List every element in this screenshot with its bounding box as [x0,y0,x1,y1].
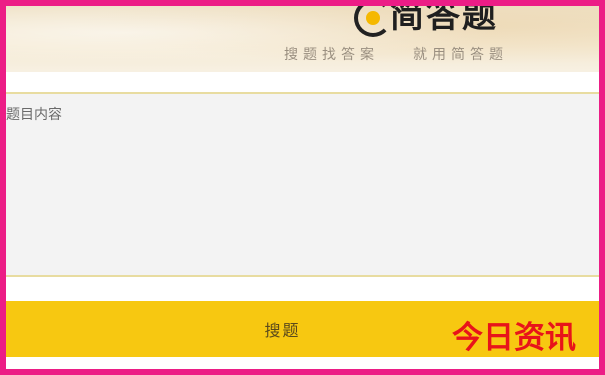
logo-text: 简答题 [390,6,498,36]
logo-mark-icon [354,6,392,37]
app-header: 简答题 搜题找答案 就用简答题 [6,6,599,72]
app-logo: 简答题 [354,6,498,37]
watermark-text: 今日资讯 [452,320,576,356]
tagline: 搜题找答案 就用简答题 [284,44,508,64]
question-panel [6,92,599,277]
tagline-left: 搜题找答案 [284,47,379,63]
tagline-right: 就用简答题 [413,47,508,63]
logo-dot-shape [366,11,380,25]
search-button-label: 搜题 [264,321,301,340]
question-input[interactable] [6,94,591,269]
